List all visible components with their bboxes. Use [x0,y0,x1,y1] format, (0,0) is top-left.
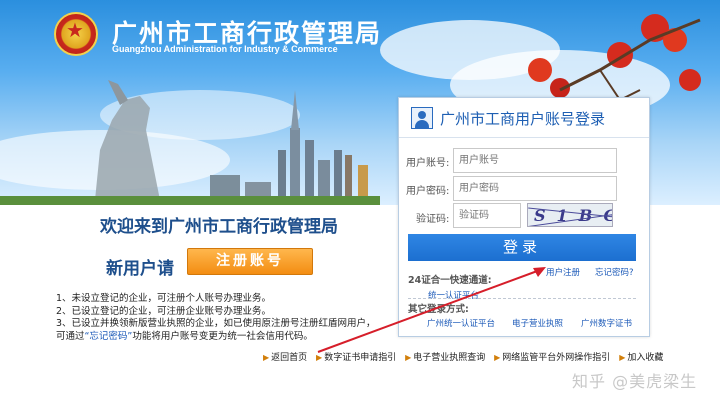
password-input[interactable] [453,176,617,201]
arrow-icon: ▶ [405,353,412,362]
login-panel-header: 广州市工商用户账号登录 [399,98,649,138]
new-user-prompt: 新用户请 [106,259,174,279]
forgot-password-inline-link[interactable]: “忘记密码” [85,331,133,342]
welcome-heading: 欢迎来到广州市工商行政管理局 [100,217,338,237]
captcha-input[interactable] [453,203,521,228]
footer-link-platform-guide[interactable]: ▶ 网络监管平台外网操作指引 [494,350,610,363]
instruction-text: 可通过 [56,330,85,342]
agency-emblem-icon: ★ [54,12,98,56]
password-label: 用户密码: [406,186,450,197]
instruction-line: 1、未设立登记的企业，可注册个人账号办理业务。 [56,293,272,304]
username-input[interactable] [453,148,617,173]
login-button[interactable]: 登录 [408,234,636,261]
instruction-line: 可通过“忘记密码”功能将用户账号变更为统一社会信用代码。 [56,331,376,344]
agency-subtitle-en: Guangzhou Administration for Industry & … [112,44,338,54]
instructions: 1、未设立登记的企业，可注册个人账号办理业务。 2、已设立登记的企业，可注册企业… [56,293,376,343]
e-license-link[interactable]: 电子营业执照 [512,317,563,329]
footer-link-home[interactable]: ▶ 返回首页 [263,350,307,363]
forgot-password-link[interactable]: 忘记密码? [595,266,634,278]
digital-cert-link[interactable]: 广州数字证书 [581,317,632,329]
footer-link-e-license[interactable]: ▶ 电子营业执照查询 [405,350,485,363]
watermark: 知乎 @美虎梁生 [572,372,698,391]
footer-link-favorite[interactable]: ▶ 加入收藏 [619,350,663,363]
footer-link-cert-guide[interactable]: ▶ 数字证书申请指引 [316,350,396,363]
arrow-icon: ▶ [263,353,270,362]
instruction-text: 功能将用户账号变更为统一社会信用代码。 [132,330,313,342]
fast-channel-title: 24证合一快速通道: [408,275,492,286]
instruction-line: 2、已设立登记的企业，可注册企业账号办理业务。 [56,305,272,317]
login-panel: 广州市工商用户账号登录 用户账号: 用户密码: 验证码: S1BG 登录 24证… [398,97,650,337]
guangzhou-auth-link[interactable]: 广州统一认证平台 [427,317,495,329]
footer-links: ▶ 返回首页 ▶ 数字证书申请指引 ▶ 电子营业执照查询 ▶ 网络监管平台外网操作指引 … [263,350,669,363]
login-panel-title: 广州市工商用户账号登录 [440,110,606,128]
divider [408,298,636,299]
arrow-icon: ▶ [316,353,323,362]
other-login-title: 其它登录方式: [408,304,469,315]
unified-auth-link[interactable]: 统一认证平台 [428,289,479,301]
username-label: 用户账号: [406,158,450,169]
captcha-label: 验证码: [416,214,450,225]
arrow-icon: ▶ [494,353,501,362]
arrow-icon: ▶ [619,353,626,362]
captcha-image[interactable]: S1BG [527,203,613,227]
user-register-link[interactable]: 用户注册 [546,266,580,278]
instruction-line: 3、已设立并换领新版营业执照的企业，如已使用原注册号注册红盾网用户， [56,318,376,329]
register-account-button[interactable]: 注册账号 [187,248,313,275]
user-icon [411,107,433,129]
